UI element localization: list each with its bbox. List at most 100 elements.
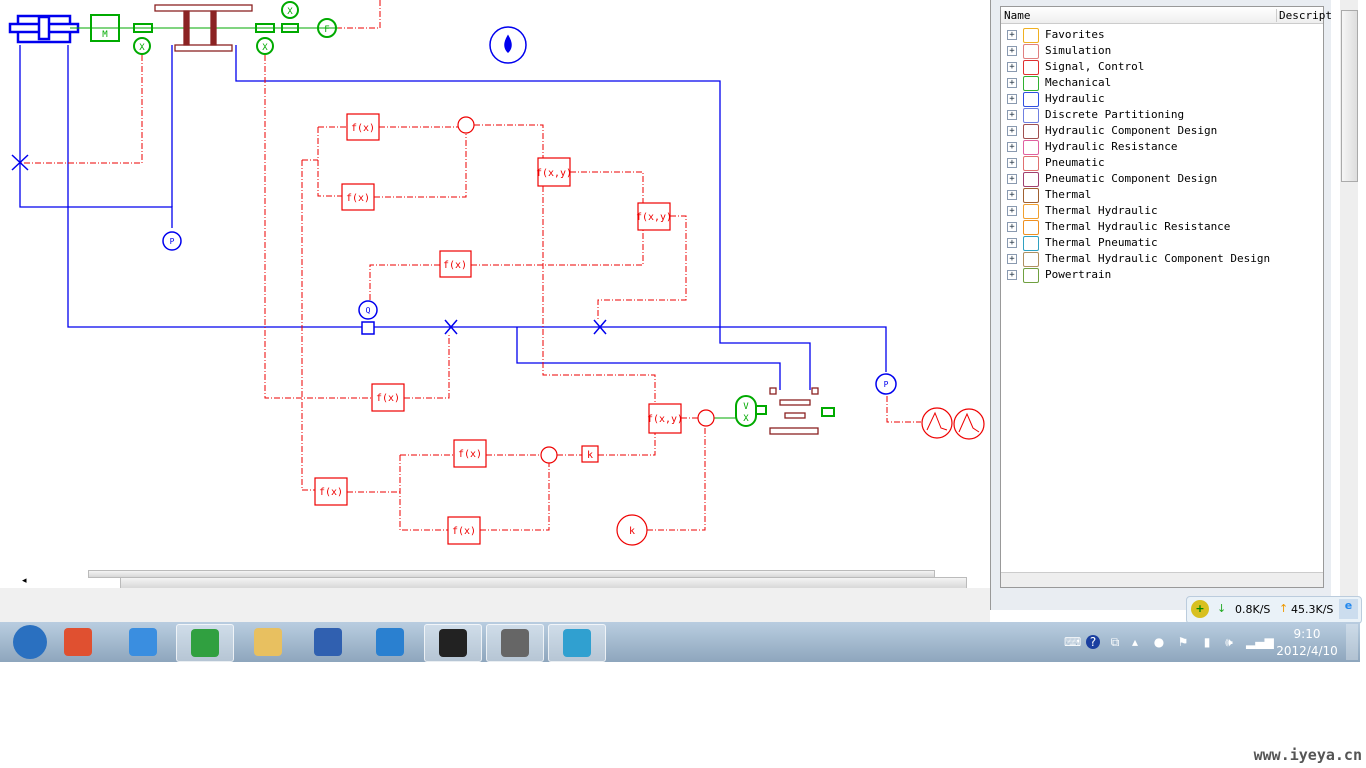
expand-icon[interactable]: + [1007,174,1017,184]
taskbar-amesim-button[interactable] [486,624,544,662]
volume-icon[interactable]: 🕪 [1222,635,1236,649]
library-category-icon [1023,140,1039,155]
expand-icon[interactable]: + [1007,238,1017,248]
cylinder [8,14,80,44]
library-category-icon [1023,172,1039,187]
taskbar: ⌨ ? ⧉ ▴ ● ⚑ ▮ 🕪 ▂▄▆ 9:10 2012/4/10 [0,622,1360,662]
expand-icon[interactable]: + [1007,206,1017,216]
function-block[interactable]: f(x) [376,393,400,404]
tree-item-label: Powertrain [1045,268,1112,281]
taskbar-internet-explorer-button[interactable] [115,624,171,660]
function2-block[interactable]: f(x,y) [647,414,683,425]
network-signal-icon[interactable]: ▂▄▆ [1246,635,1274,649]
clock[interactable]: 9:10 2012/4/10 [1272,626,1342,660]
expand-icon[interactable]: + [1007,142,1017,152]
tree-item[interactable]: + Thermal Hydraulic [1001,203,1323,219]
bird-icon [376,628,404,656]
scroll-left-arrow[interactable]: ◂ [22,576,27,586]
sketch-canvas[interactable]: M X X X F V X f(x) f(x) f(x) f(x) f(x) f… [0,0,985,570]
expand-icon[interactable]: + [1007,110,1017,120]
tree-item[interactable]: + Discrete Partitioning [1001,107,1323,123]
function-block[interactable]: f(x) [351,123,375,134]
show-hidden-icons[interactable]: ▴ [1128,635,1142,649]
expand-icon[interactable]: + [1007,222,1017,232]
vertical-scrollbar[interactable] [1340,0,1358,610]
tree-item[interactable]: + Thermal Pneumatic [1001,235,1323,251]
tree-item[interactable]: + Pneumatic [1001,155,1323,171]
tree-item-label: Thermal Pneumatic [1045,236,1158,249]
help-icon[interactable]: ? [1086,635,1100,649]
download-arrow-icon: ↓ [1217,602,1227,615]
tree-item[interactable]: + Hydraulic Resistance [1001,139,1323,155]
tree-item[interactable]: + Thermal Hydraulic Resistance [1001,219,1323,235]
library-category-icon [1023,76,1039,91]
function2-block[interactable]: f(x,y) [636,212,672,223]
tree-horizontal-scrollbar[interactable] [1001,572,1323,587]
power-icon[interactable]: ▮ [1200,635,1214,649]
tree-item[interactable]: + Signal, Control [1001,59,1323,75]
library-tree: Name Descript + Favorites + Simulation + Sign… [1000,6,1332,588]
scroll-thumb[interactable] [1341,10,1358,182]
media-icon [314,628,342,656]
piston-component [154,4,819,435]
expand-icon[interactable]: + [1007,46,1017,56]
expand-icon[interactable]: + [1007,126,1017,136]
tree-item[interactable]: + Favorites [1001,27,1323,43]
windows-live-icon [64,628,92,656]
taskbar-bird-button[interactable] [362,624,418,660]
tree-item[interactable]: + Hydraulic Component Design [1001,123,1323,139]
library-category-icon [1023,204,1039,219]
expand-icon[interactable]: + [1007,254,1017,264]
tree-item[interactable]: + Thermal [1001,187,1323,203]
tree-item[interactable]: + Mechanical [1001,75,1323,91]
taskbar-windows-live-button[interactable] [50,624,106,660]
action-center-flag-icon[interactable]: ⚑ [1176,635,1190,649]
pressure-sensor[interactable]: P [170,237,175,246]
gain-block[interactable]: k [587,450,593,461]
function-block[interactable]: f(x) [452,526,476,537]
column-name[interactable]: Name [1004,9,1031,22]
expand-icon[interactable]: + [1007,78,1017,88]
expand-icon[interactable]: + [1007,30,1017,40]
network-monitor[interactable]: + ↓ 0.8K/S ↑ 45.3K/S e [1186,596,1362,624]
tree-item[interactable]: + Pneumatic Component Design [1001,171,1323,187]
qq-tray-icon[interactable]: ● [1152,635,1166,649]
taskbar-installer-button[interactable] [548,624,606,662]
qq-icon [439,629,467,657]
window-switch-icon[interactable]: ⧉ [1108,635,1122,649]
tree-item[interactable]: + Hydraulic [1001,91,1323,107]
flow-sensor[interactable]: Q [366,306,371,315]
ie-icon[interactable]: e [1339,599,1358,619]
taskbar-media-button[interactable] [300,624,356,660]
column-description[interactable]: Descript [1276,9,1332,22]
expand-icon[interactable]: + [1007,94,1017,104]
tree-item[interactable]: + Thermal Hydraulic Component Design [1001,251,1323,267]
tree-item-label: Simulation [1045,44,1112,57]
expand-icon[interactable]: + [1007,158,1017,168]
pressure-sensor[interactable]: P [884,380,889,389]
function-block[interactable]: f(x) [346,193,370,204]
library-category-icon [1023,60,1039,75]
taskbar-qq-button[interactable] [424,624,482,662]
tree-item-label: Hydraulic [1045,92,1105,105]
function2-block[interactable]: f(x,y) [536,168,572,179]
function-block[interactable]: f(x) [458,449,482,460]
keyboard-icon[interactable]: ⌨ [1064,635,1081,649]
tree-item-label: Favorites [1045,28,1105,41]
show-desktop-button[interactable] [1346,624,1358,660]
disp-label: X [287,7,293,17]
tree-item[interactable]: + Simulation [1001,43,1323,59]
expand-icon[interactable]: + [1007,270,1017,280]
library-category-icon [1023,92,1039,107]
expand-icon[interactable]: + [1007,62,1017,72]
installer-icon [563,629,591,657]
function-block[interactable]: f(x) [443,260,467,271]
taskbar-browser-green-button[interactable] [176,624,234,662]
constant-block[interactable]: k [629,526,635,537]
taskbar-explorer-button[interactable] [240,624,296,660]
function-block[interactable]: f(x) [319,487,343,498]
mass-label: M [102,30,108,40]
expand-icon[interactable]: + [1007,190,1017,200]
tree-item[interactable]: + Powertrain [1001,267,1323,283]
clock-date: 2012/4/10 [1276,644,1338,658]
